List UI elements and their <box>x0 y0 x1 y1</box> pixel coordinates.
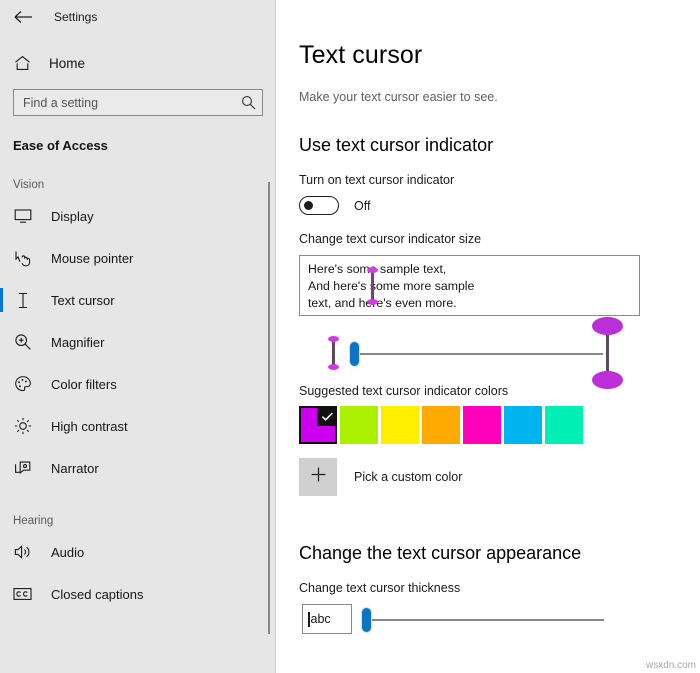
sample-text-line: text, and here's even more. <box>308 295 639 312</box>
color-swatch-orange[interactable] <box>422 406 460 444</box>
monitor-icon <box>13 207 32 226</box>
thickness-slider-track[interactable] <box>366 619 604 621</box>
sidebar-item-high-contrast[interactable]: High contrast <box>0 405 276 447</box>
color-swatch-spring-green[interactable] <box>545 406 583 444</box>
toggle-row: Off <box>299 196 700 215</box>
sidebar-item-display[interactable]: Display <box>0 195 276 237</box>
small-cursor-preview-icon <box>332 339 335 367</box>
indicator-size-slider-thumb[interactable] <box>349 341 360 367</box>
sidebar-item-mouse-pointer[interactable]: Mouse pointer <box>0 237 276 279</box>
color-swatch-magenta[interactable] <box>463 406 501 444</box>
thickness-slider-row: abc <box>299 604 640 636</box>
closed-captions-icon <box>13 585 32 604</box>
sidebar-category-title: Ease of Access <box>0 138 276 153</box>
settings-window: Settings Home Ease <box>0 0 700 673</box>
search-container <box>0 89 276 116</box>
search-box[interactable] <box>13 89 263 116</box>
sidebar-item-audio[interactable]: Audio <box>0 531 276 573</box>
mouse-pointer-icon <box>13 249 32 268</box>
sidebar-item-text-cursor[interactable]: Text cursor <box>0 279 276 321</box>
sidebar-scrollbar[interactable] <box>268 182 270 634</box>
sidebar-group-hearing-label: Hearing <box>0 515 276 527</box>
sidebar-item-label: Magnifier <box>51 335 104 350</box>
watermark: wsxdn.com <box>646 660 696 671</box>
pick-custom-color-button[interactable] <box>299 458 337 496</box>
size-field-label: Change text cursor indicator size <box>299 232 700 246</box>
sidebar-item-label: Audio <box>51 545 84 560</box>
sidebar-item-label: Color filters <box>51 377 117 392</box>
section-heading-indicator: Use text cursor indicator <box>299 135 700 156</box>
sidebar: Settings Home Ease <box>0 0 276 673</box>
brightness-icon <box>13 417 32 436</box>
toggle-state-label: Off <box>354 199 370 213</box>
thickness-preview-text: abc <box>311 612 331 626</box>
sidebar-item-magnifier[interactable]: Magnifier <box>0 321 276 363</box>
sidebar-item-label: Mouse pointer <box>51 251 133 266</box>
pick-custom-color-label: Pick a custom color <box>354 470 462 484</box>
section-heading-appearance: Change the text cursor appearance <box>299 543 700 564</box>
plus-icon <box>310 466 327 488</box>
sidebar-item-narrator[interactable]: Narrator <box>0 447 276 489</box>
sample-text-line: And here's some more sample <box>308 278 639 295</box>
color-swatch-cyan[interactable] <box>504 406 542 444</box>
color-swatch-row <box>299 406 700 444</box>
search-icon[interactable] <box>241 95 256 110</box>
narrator-icon <box>13 459 32 478</box>
color-swatch-chartreuse[interactable] <box>340 406 378 444</box>
color-swatch-yellow[interactable] <box>381 406 419 444</box>
toggle-field-label: Turn on text cursor indicator <box>299 173 700 187</box>
text-cursor-icon <box>13 291 32 310</box>
sidebar-item-label: Text cursor <box>51 293 115 308</box>
thickness-slider-thumb[interactable] <box>361 607 372 633</box>
toggle-knob <box>304 201 313 210</box>
search-input[interactable] <box>23 96 241 110</box>
selection-indicator <box>0 288 3 312</box>
sidebar-item-closed-captions[interactable]: Closed captions <box>0 573 276 615</box>
home-icon <box>13 54 31 72</box>
sidebar-group-hearing: Audio Closed captions <box>0 531 276 615</box>
title-bar: Settings <box>0 0 276 34</box>
color-palette-icon <box>13 375 32 394</box>
check-icon <box>317 406 337 426</box>
colors-field-label: Suggested text cursor indicator colors <box>299 384 700 398</box>
sidebar-item-home[interactable]: Home <box>0 48 276 78</box>
text-cursor-indicator-toggle[interactable] <box>299 196 339 215</box>
page-title: Text cursor <box>299 41 700 70</box>
indicator-size-slider-track[interactable] <box>354 353 603 355</box>
text-cursor-indicator-preview <box>371 270 374 302</box>
home-label: Home <box>49 56 85 71</box>
indicator-size-slider-row <box>299 328 640 382</box>
window-title: Settings <box>54 10 97 24</box>
color-swatch-purple[interactable] <box>299 406 337 444</box>
thickness-preview-box: abc <box>302 604 352 634</box>
speaker-icon <box>13 543 32 562</box>
text-caret-preview <box>308 612 310 627</box>
sidebar-item-label: High contrast <box>51 419 128 434</box>
sidebar-group-vision-label: Vision <box>0 179 276 191</box>
sample-text-preview: Here's some sample text, And here's some… <box>299 255 640 316</box>
sidebar-item-label: Closed captions <box>51 587 144 602</box>
main-content: Text cursor Make your text cursor easier… <box>276 0 700 673</box>
page-subtitle: Make your text cursor easier to see. <box>299 90 700 104</box>
thickness-field-label: Change text cursor thickness <box>299 581 700 595</box>
sidebar-item-color-filters[interactable]: Color filters <box>0 363 276 405</box>
back-arrow-icon[interactable] <box>10 4 36 30</box>
sample-text-line: Here's some sample text, <box>308 261 639 278</box>
sidebar-item-label: Narrator <box>51 461 99 476</box>
magnifier-icon <box>13 333 32 352</box>
large-cursor-preview-icon <box>606 326 609 380</box>
sidebar-group-vision: Display Mouse pointer <box>0 195 276 489</box>
custom-color-row: Pick a custom color <box>299 458 700 496</box>
sidebar-item-label: Display <box>51 209 94 224</box>
